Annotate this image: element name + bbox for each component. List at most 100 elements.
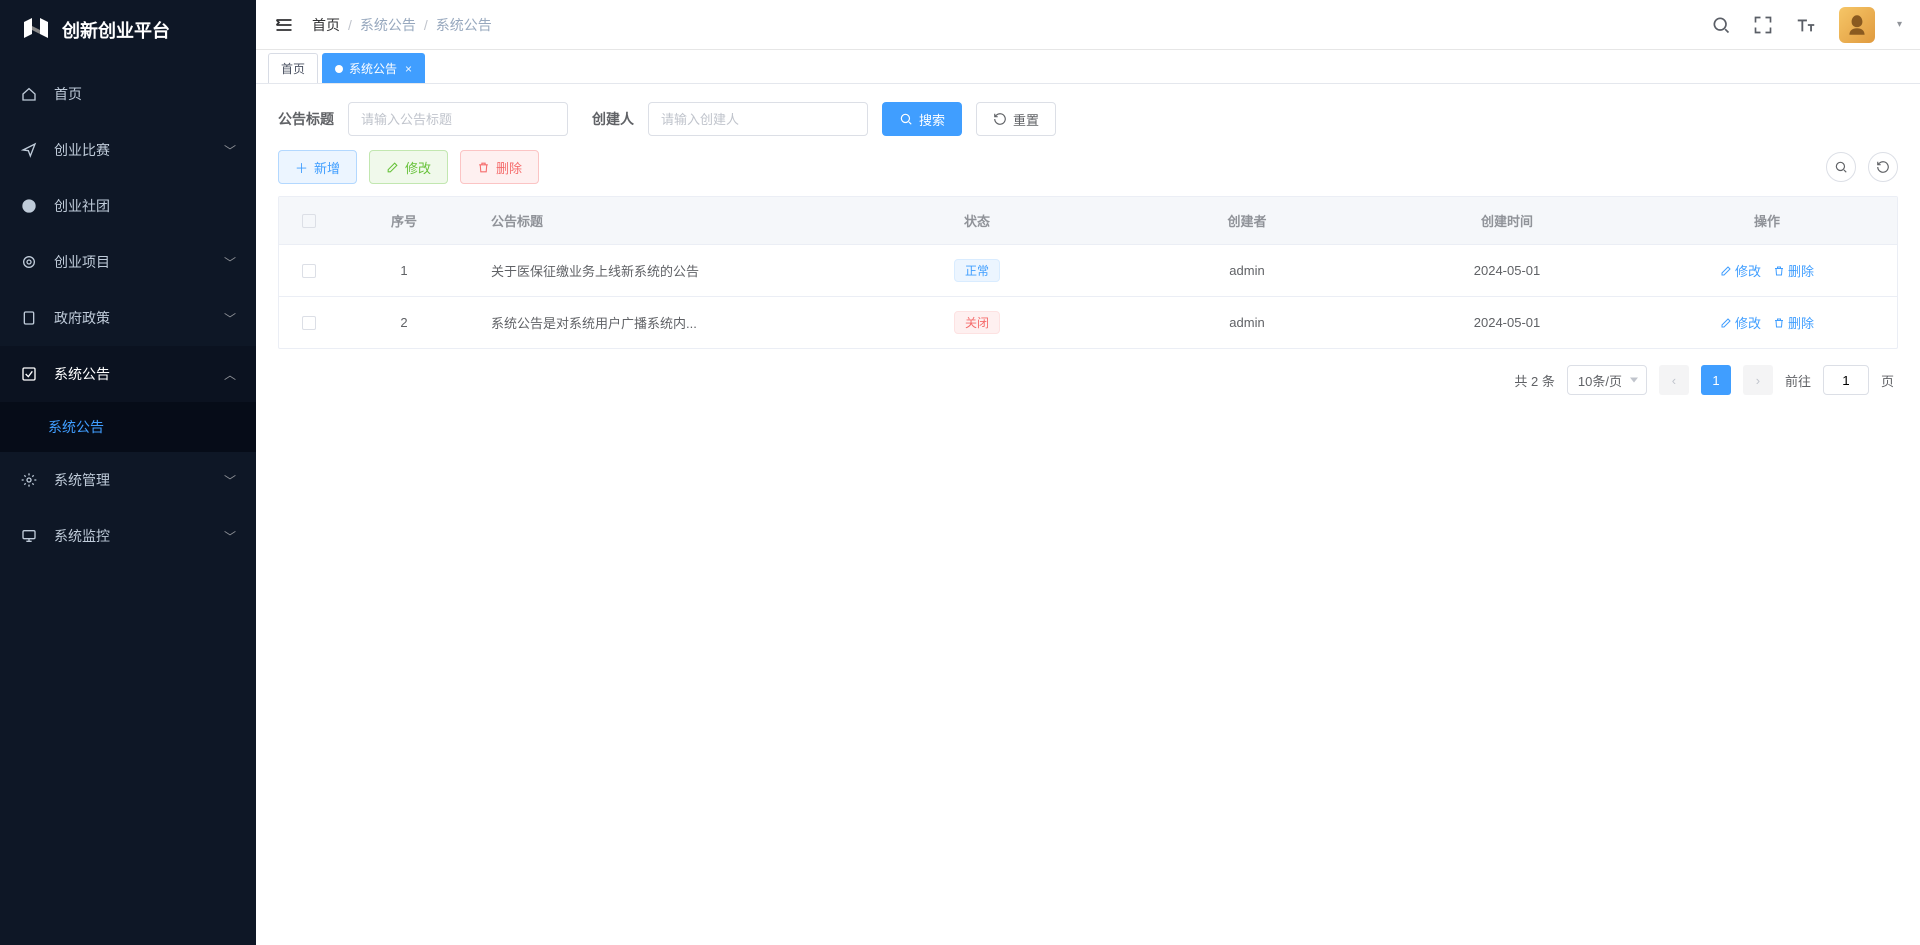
logo-icon <box>20 14 52 46</box>
filter-creator-input[interactable] <box>648 102 868 136</box>
search-icon[interactable] <box>1711 15 1731 35</box>
cell-creator: admin <box>1117 245 1377 296</box>
trash-icon <box>1773 317 1785 329</box>
filter-row: 公告标题 创建人 搜索 重置 <box>278 102 1898 136</box>
chevron-up-icon: ︿ <box>224 366 236 383</box>
avatar[interactable] <box>1839 7 1875 43</box>
add-button[interactable]: ＋ 新增 <box>278 150 357 184</box>
sidebar: 创新创业平台 首页 创业比赛 ﹀ 创业社团 创业项目 ﹀ <box>0 0 256 945</box>
send-icon <box>20 142 38 158</box>
th-creator: 创建者 <box>1117 197 1377 244</box>
check-icon <box>20 366 38 382</box>
close-icon[interactable]: × <box>405 62 412 76</box>
breadcrumb-item[interactable]: 首页 <box>312 15 340 35</box>
fullscreen-icon[interactable] <box>1753 15 1773 35</box>
goto-input[interactable] <box>1823 365 1869 395</box>
row-checkbox[interactable] <box>302 264 316 278</box>
caret-down-icon[interactable]: ▾ <box>1897 19 1902 30</box>
refresh-icon <box>993 112 1007 126</box>
sidebar-item-monitor[interactable]: 系统监控 ﹀ <box>0 508 256 564</box>
app-title: 创新创业平台 <box>62 17 170 43</box>
breadcrumb-sep: / <box>348 17 352 33</box>
sidebar-item-system[interactable]: 系统管理 ﹀ <box>0 452 256 508</box>
row-edit-button[interactable]: 修改 <box>1720 261 1761 280</box>
search-button[interactable]: 搜索 <box>882 102 962 136</box>
goto-label: 前往 <box>1785 371 1811 390</box>
sidebar-item-label: 系统公告 <box>54 364 224 384</box>
sidebar-item-notice[interactable]: 系统公告 ︿ <box>0 346 256 402</box>
goto-suffix: 页 <box>1881 371 1894 390</box>
sidebar-item-label: 政府政策 <box>54 308 224 328</box>
sidebar-item-label: 创业项目 <box>54 252 224 272</box>
chevron-down-icon: ﹀ <box>224 472 236 489</box>
th-title: 公告标题 <box>469 197 837 244</box>
row-checkbox[interactable] <box>302 316 316 330</box>
sidebar-item-club[interactable]: 创业社团 <box>0 178 256 234</box>
main: 首页 / 系统公告 / 系统公告 ▾ 首页 <box>256 0 1920 945</box>
trash-icon <box>477 161 490 174</box>
th-index: 序号 <box>339 197 469 244</box>
table-refresh-button[interactable] <box>1868 152 1898 182</box>
table-header: 序号 公告标题 状态 创建者 创建时间 操作 <box>279 197 1897 245</box>
tab-home[interactable]: 首页 <box>268 53 318 83</box>
edit-button[interactable]: 修改 <box>369 150 448 184</box>
sidebar-item-competition[interactable]: 创业比赛 ﹀ <box>0 122 256 178</box>
tabsbar: 首页 系统公告 × <box>256 50 1920 84</box>
page-next-button[interactable]: › <box>1743 365 1773 395</box>
cell-created: 2024-05-01 <box>1377 297 1637 348</box>
chevron-down-icon: ﹀ <box>224 254 236 271</box>
sidebar-submenu-notice: 系统公告 <box>0 402 256 452</box>
content: 公告标题 创建人 搜索 重置 ＋ 新增 <box>256 84 1920 945</box>
cell-index: 1 <box>339 245 469 296</box>
edit-button-label: 修改 <box>405 158 431 177</box>
checkbox-all[interactable] <box>302 214 316 228</box>
plus-icon: ＋ <box>295 158 308 177</box>
sidebar-logo[interactable]: 创新创业平台 <box>0 0 256 60</box>
pagination: 共 2 条 10条/页 ‹ 1 › 前往 页 <box>278 349 1898 411</box>
chevron-down-icon: ﹀ <box>224 310 236 327</box>
sidebar-subitem-notice[interactable]: 系统公告 <box>0 402 256 452</box>
th-created: 创建时间 <box>1377 197 1637 244</box>
cell-index: 2 <box>339 297 469 348</box>
refresh-icon <box>1876 160 1890 174</box>
breadcrumb-sep: / <box>424 17 428 33</box>
add-button-label: 新增 <box>314 158 340 177</box>
search-icon <box>1834 160 1848 174</box>
row-edit-button[interactable]: 修改 <box>1720 313 1761 332</box>
chevron-down-icon: ﹀ <box>224 528 236 545</box>
trash-icon <box>1773 265 1785 277</box>
page-prev-button[interactable]: ‹ <box>1659 365 1689 395</box>
cell-title: 关于医保征缴业务上线新系统的公告 <box>491 261 699 280</box>
page-number[interactable]: 1 <box>1701 365 1731 395</box>
edit-icon <box>386 161 399 174</box>
table-row: 2 系统公告是对系统用户广播系统内... 关闭 admin 2024-05-01… <box>279 297 1897 348</box>
target-icon <box>20 254 38 270</box>
page-size-select[interactable]: 10条/页 <box>1567 365 1647 395</box>
active-dot-icon <box>335 65 343 73</box>
sidebar-subitem-label: 系统公告 <box>48 417 104 437</box>
topbar: 首页 / 系统公告 / 系统公告 ▾ <box>256 0 1920 50</box>
row-delete-button[interactable]: 删除 <box>1773 313 1814 332</box>
sidebar-item-home[interactable]: 首页 <box>0 66 256 122</box>
monitor-icon <box>20 528 38 544</box>
filter-title-input[interactable] <box>348 102 568 136</box>
search-button-label: 搜索 <box>919 110 945 129</box>
hamburger-icon[interactable] <box>274 15 294 35</box>
sidebar-item-policy[interactable]: 政府政策 ﹀ <box>0 290 256 346</box>
tab-label: 首页 <box>281 60 305 77</box>
chevron-down-icon: ﹀ <box>224 142 236 159</box>
fontsize-icon[interactable] <box>1795 14 1817 36</box>
sidebar-item-project[interactable]: 创业项目 ﹀ <box>0 234 256 290</box>
reset-button[interactable]: 重置 <box>976 102 1056 136</box>
tab-notice[interactable]: 系统公告 × <box>322 53 425 83</box>
row-delete-button[interactable]: 删除 <box>1773 261 1814 280</box>
gear-icon <box>20 472 38 488</box>
th-status: 状态 <box>837 197 1117 244</box>
cell-created: 2024-05-01 <box>1377 245 1637 296</box>
status-badge: 正常 <box>954 259 1000 282</box>
sidebar-item-label: 系统管理 <box>54 470 224 490</box>
home-icon <box>20 86 38 102</box>
table-search-button[interactable] <box>1826 152 1856 182</box>
delete-button[interactable]: 删除 <box>460 150 539 184</box>
delete-button-label: 删除 <box>496 158 522 177</box>
